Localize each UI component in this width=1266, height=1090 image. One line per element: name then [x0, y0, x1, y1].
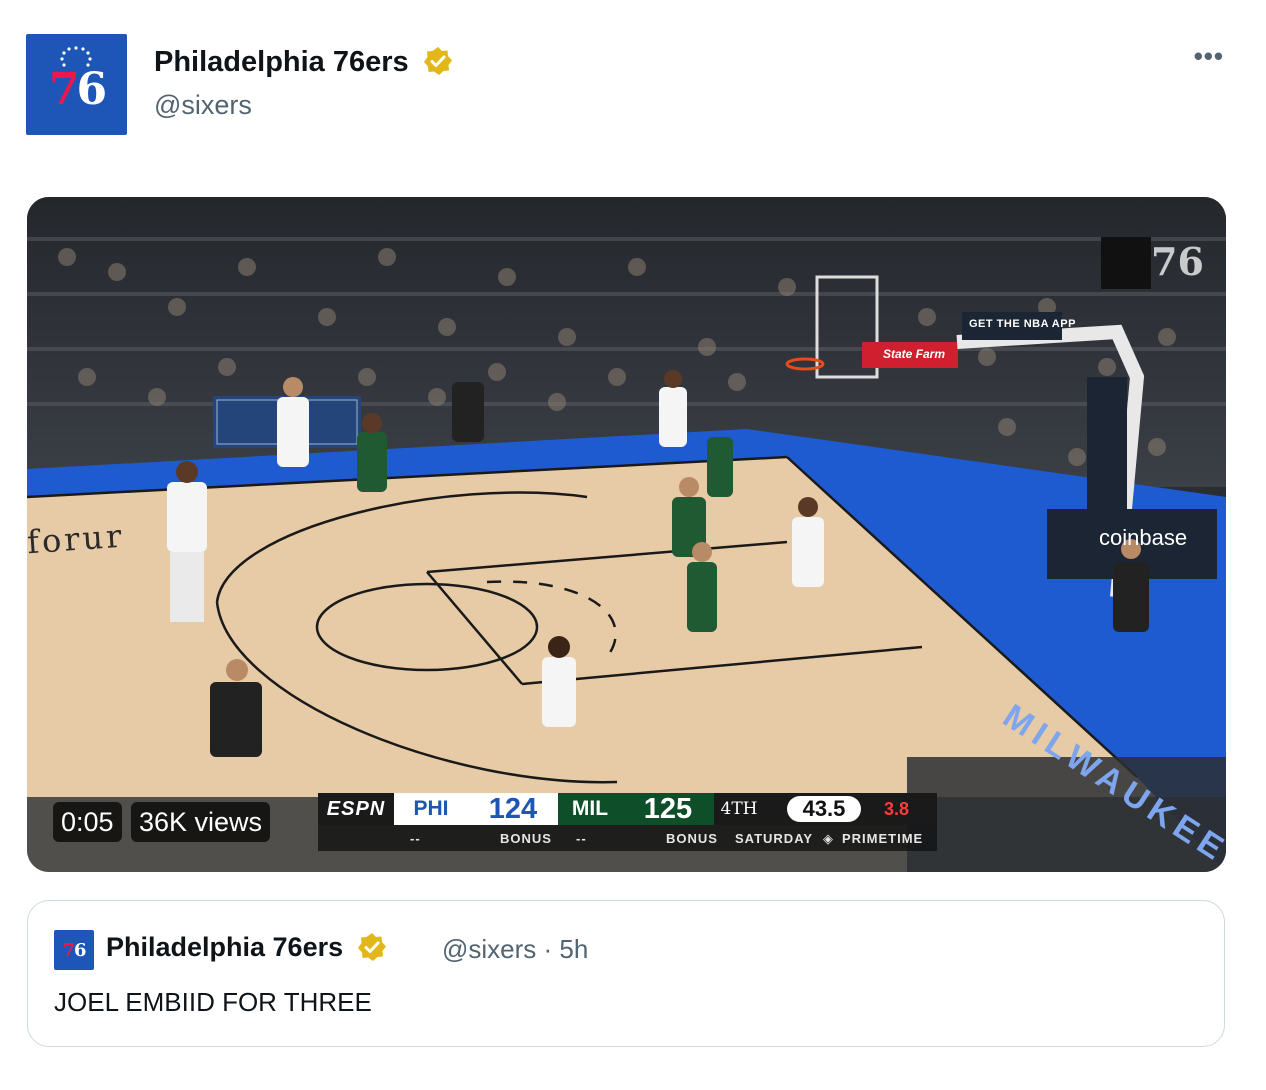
scorebug: ESPN PHI 124 MIL 125 4TH 43.5 3.8 -- BON…: [318, 793, 937, 851]
quoted-display-name[interactable]: Philadelphia 76ers: [106, 932, 387, 969]
handle[interactable]: @sixers: [154, 90, 252, 121]
video-player[interactable]: forur coinbase State Farm GET THE NBA AP…: [27, 197, 1226, 872]
quoted-avatar[interactable]: 76: [54, 930, 94, 970]
quoted-post-text: JOEL EMBIID FOR THREE: [54, 987, 372, 1017]
scorebug-status-row: -- BONUS -- BONUS SATURDAY ◈ PRIMETIME: [318, 825, 937, 851]
shot-clock: 3.8: [884, 793, 937, 825]
home-team-abbr: PHI: [394, 793, 468, 825]
program-suffix: PRIMETIME: [842, 831, 924, 846]
away-team-score: 125: [622, 793, 714, 825]
display-name-text: Philadelphia 76ers: [154, 46, 409, 78]
quarter: 4TH: [714, 793, 764, 825]
program-name: SATURDAY: [735, 831, 814, 846]
quoted-logo-text: 76: [62, 940, 86, 961]
coinbase-sponsor: coinbase: [1099, 525, 1188, 550]
quoted-handle-time: @sixers · 5h: [442, 934, 589, 964]
verified-badge-icon: [423, 46, 453, 84]
network-logo: ESPN: [318, 793, 394, 825]
display-name[interactable]: Philadelphia 76ers: [154, 46, 453, 84]
home-bonus-dash: --: [410, 831, 421, 846]
quoted-display-name-text: Philadelphia 76ers: [106, 932, 344, 962]
verified-badge-icon: [357, 932, 387, 969]
abc-logo-icon: ◈: [823, 831, 834, 846]
home-team-score: 124: [468, 793, 558, 825]
home-bonus: BONUS: [500, 831, 552, 846]
quoted-post[interactable]: 76 Philadelphia 76ers @sixers · 5h JOEL …: [27, 900, 1225, 1047]
channel-watermark: 76: [1151, 239, 1204, 284]
video-elapsed-time: 0:05: [53, 802, 122, 842]
game-footage: [27, 197, 1226, 872]
post-header: 76 Philadelphia 76ers @sixers •••: [26, 34, 1240, 136]
away-bonus: BONUS: [666, 831, 718, 846]
get-app-sign: GET THE NBA APP: [969, 318, 1076, 330]
away-bonus-dash: --: [576, 831, 587, 846]
video-view-count: 36K views: [131, 802, 271, 842]
team-logo-text: 76: [48, 64, 107, 115]
statefarm-sponsor: State Farm: [883, 347, 946, 361]
team-avatar[interactable]: 76: [26, 34, 127, 135]
game-clock: 43.5: [786, 796, 862, 822]
more-options-icon[interactable]: •••: [1194, 43, 1224, 69]
away-team-abbr: MIL: [558, 793, 622, 825]
court-sponsor-left: forur: [27, 516, 126, 562]
